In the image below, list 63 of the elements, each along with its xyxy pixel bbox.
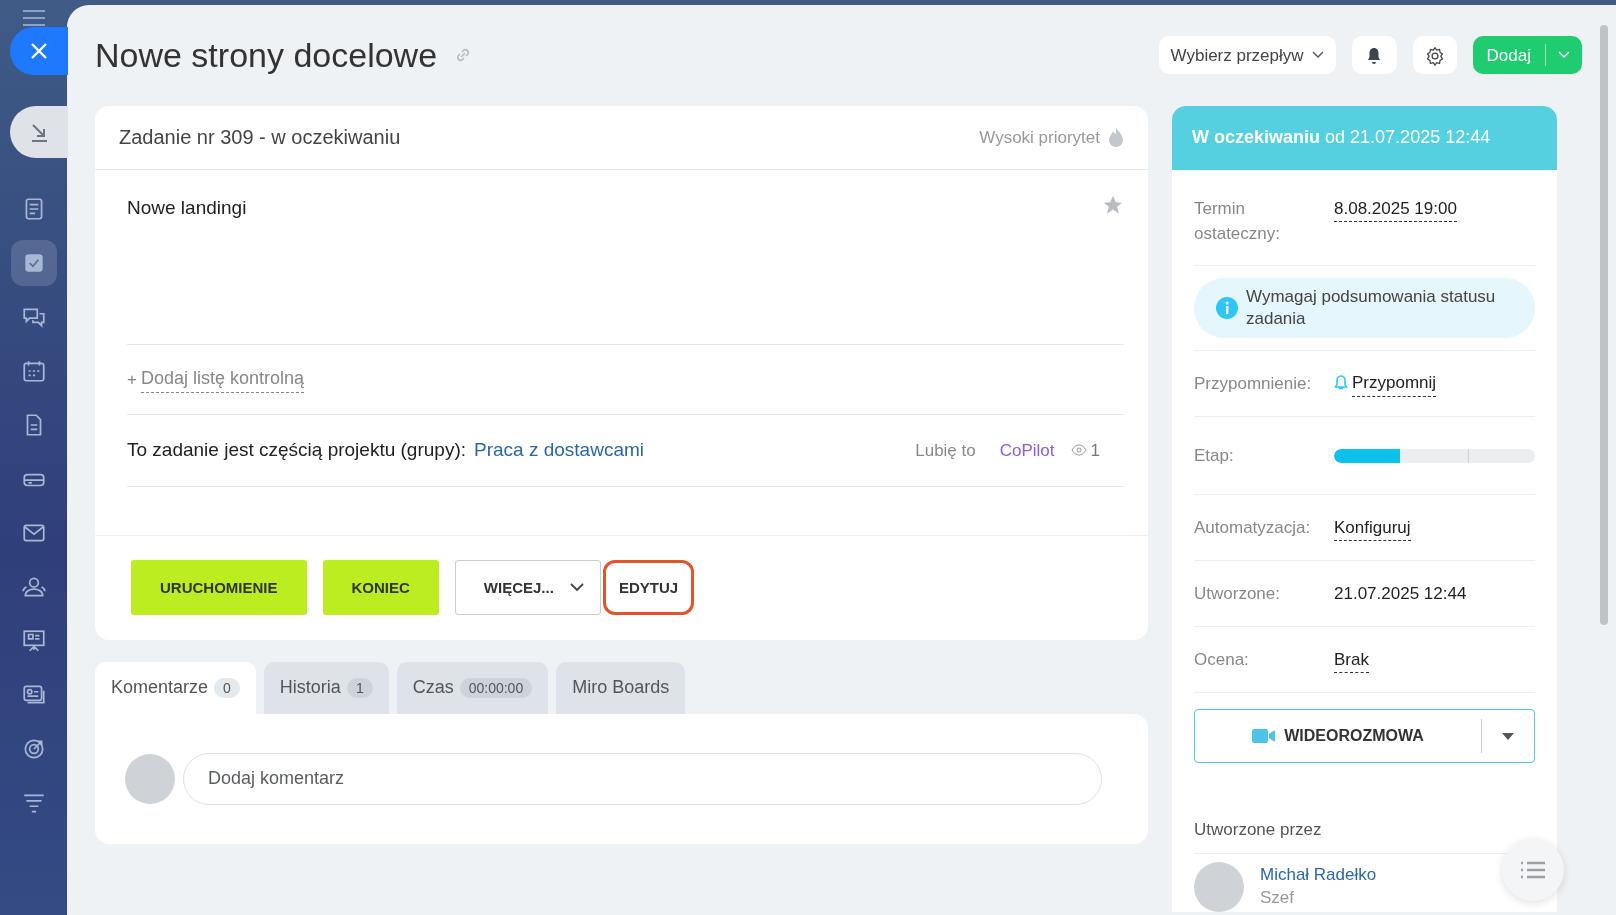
add-checklist-link[interactable]: Dodaj listę kontrolną — [140, 365, 305, 394]
count-badge: 00:00:00 — [459, 678, 533, 699]
tab[interactable]: Komentarze 0 — [95, 661, 256, 714]
list-lines-icon — [1520, 861, 1546, 879]
field-value: 21.07.2025 12:44 — [1334, 583, 1467, 606]
status-header: W oczekiwaniu od 21.07.2025 12:44 — [1172, 105, 1557, 170]
plus-sign: + — [127, 368, 137, 391]
bell-icon — [1334, 375, 1348, 392]
count-badge: 1 — [346, 678, 373, 699]
tab[interactable]: Czas 00:00:00 — [396, 661, 549, 714]
chevron-down-icon — [569, 583, 584, 593]
presentation-board-icon — [20, 628, 47, 654]
task-description: Nowe landingi — [127, 195, 247, 220]
avatar-placeholder — [1194, 862, 1244, 912]
tab[interactable]: Historia 1 — [263, 661, 389, 714]
view-count: 1 — [1090, 439, 1100, 462]
remind-link[interactable]: Przypomnij — [1352, 370, 1437, 397]
project-label: To zadanie jest częścią projektu (grupy): — [127, 438, 466, 463]
info-icon — [1216, 296, 1238, 319]
calendar-icon — [20, 358, 47, 384]
notification-button[interactable] — [1351, 36, 1397, 75]
more-dropdown[interactable]: WIĘCEJ... — [454, 560, 601, 616]
video-camera-icon — [1252, 729, 1277, 744]
like-link[interactable]: Lubię to — [915, 437, 976, 464]
comment-field[interactable]: Dodaj komentarz — [183, 752, 1102, 805]
field-label: Automatyzacja: — [1194, 517, 1312, 540]
bell-icon — [1366, 47, 1383, 66]
close-button[interactable] — [10, 27, 68, 75]
field-label: Utworzone: — [1194, 583, 1281, 606]
action-button[interactable]: URUCHOMIENIE — [131, 560, 307, 616]
edit-button[interactable]: EDYTUJ — [602, 560, 695, 616]
notice-text: Wymagaj podsumowania statusu zadania — [1246, 285, 1497, 330]
field-label: Termin ostateczny: — [1194, 197, 1281, 246]
count-badge: 0 — [214, 678, 240, 699]
value-link[interactable]: Konfiguruj — [1334, 514, 1411, 542]
sidebar-item[interactable] — [10, 240, 57, 286]
settings-button[interactable] — [1412, 36, 1457, 75]
video-call-button[interactable]: WIDEOROZMOWA — [1194, 709, 1535, 764]
field-label: Przypomnienie: — [1194, 372, 1313, 395]
close-icon — [30, 42, 48, 60]
field-label: Ocena: — [1194, 649, 1250, 672]
priority-label: Wysoki priorytet — [979, 126, 1100, 149]
tab[interactable]: Miro Boards — [556, 661, 686, 714]
deadline-link[interactable]: 8.08.2025 19:00 — [1334, 195, 1457, 223]
field-label: Etap: — [1194, 445, 1235, 467]
menu-icon[interactable] — [20, 8, 47, 28]
user-role: Szef — [1260, 887, 1296, 909]
project-link[interactable]: Praca z dostawcami — [474, 436, 644, 465]
copilot-link[interactable]: CoPilot — [999, 437, 1055, 464]
eye-icon — [1070, 444, 1087, 457]
task-title: Zadanie nr 309 - w oczekiwaniu — [119, 125, 401, 151]
avatar-placeholder — [125, 753, 175, 804]
minimize-button[interactable] — [10, 106, 68, 158]
flow-select[interactable]: Wybierz przepływ — [1158, 36, 1336, 75]
chevron-down-icon — [1311, 51, 1324, 60]
caret-down-icon — [1502, 733, 1514, 740]
chevron-down-icon — [1558, 51, 1570, 60]
value-link[interactable]: Brak — [1334, 646, 1369, 674]
scrollbar[interactable] — [1600, 25, 1608, 625]
settings-icon — [1424, 46, 1445, 67]
user-name-link[interactable]: Michał Radełko — [1260, 864, 1377, 887]
page-title: Nowe strony docelowe — [95, 35, 438, 76]
action-button[interactable]: KONIEC — [322, 560, 439, 616]
